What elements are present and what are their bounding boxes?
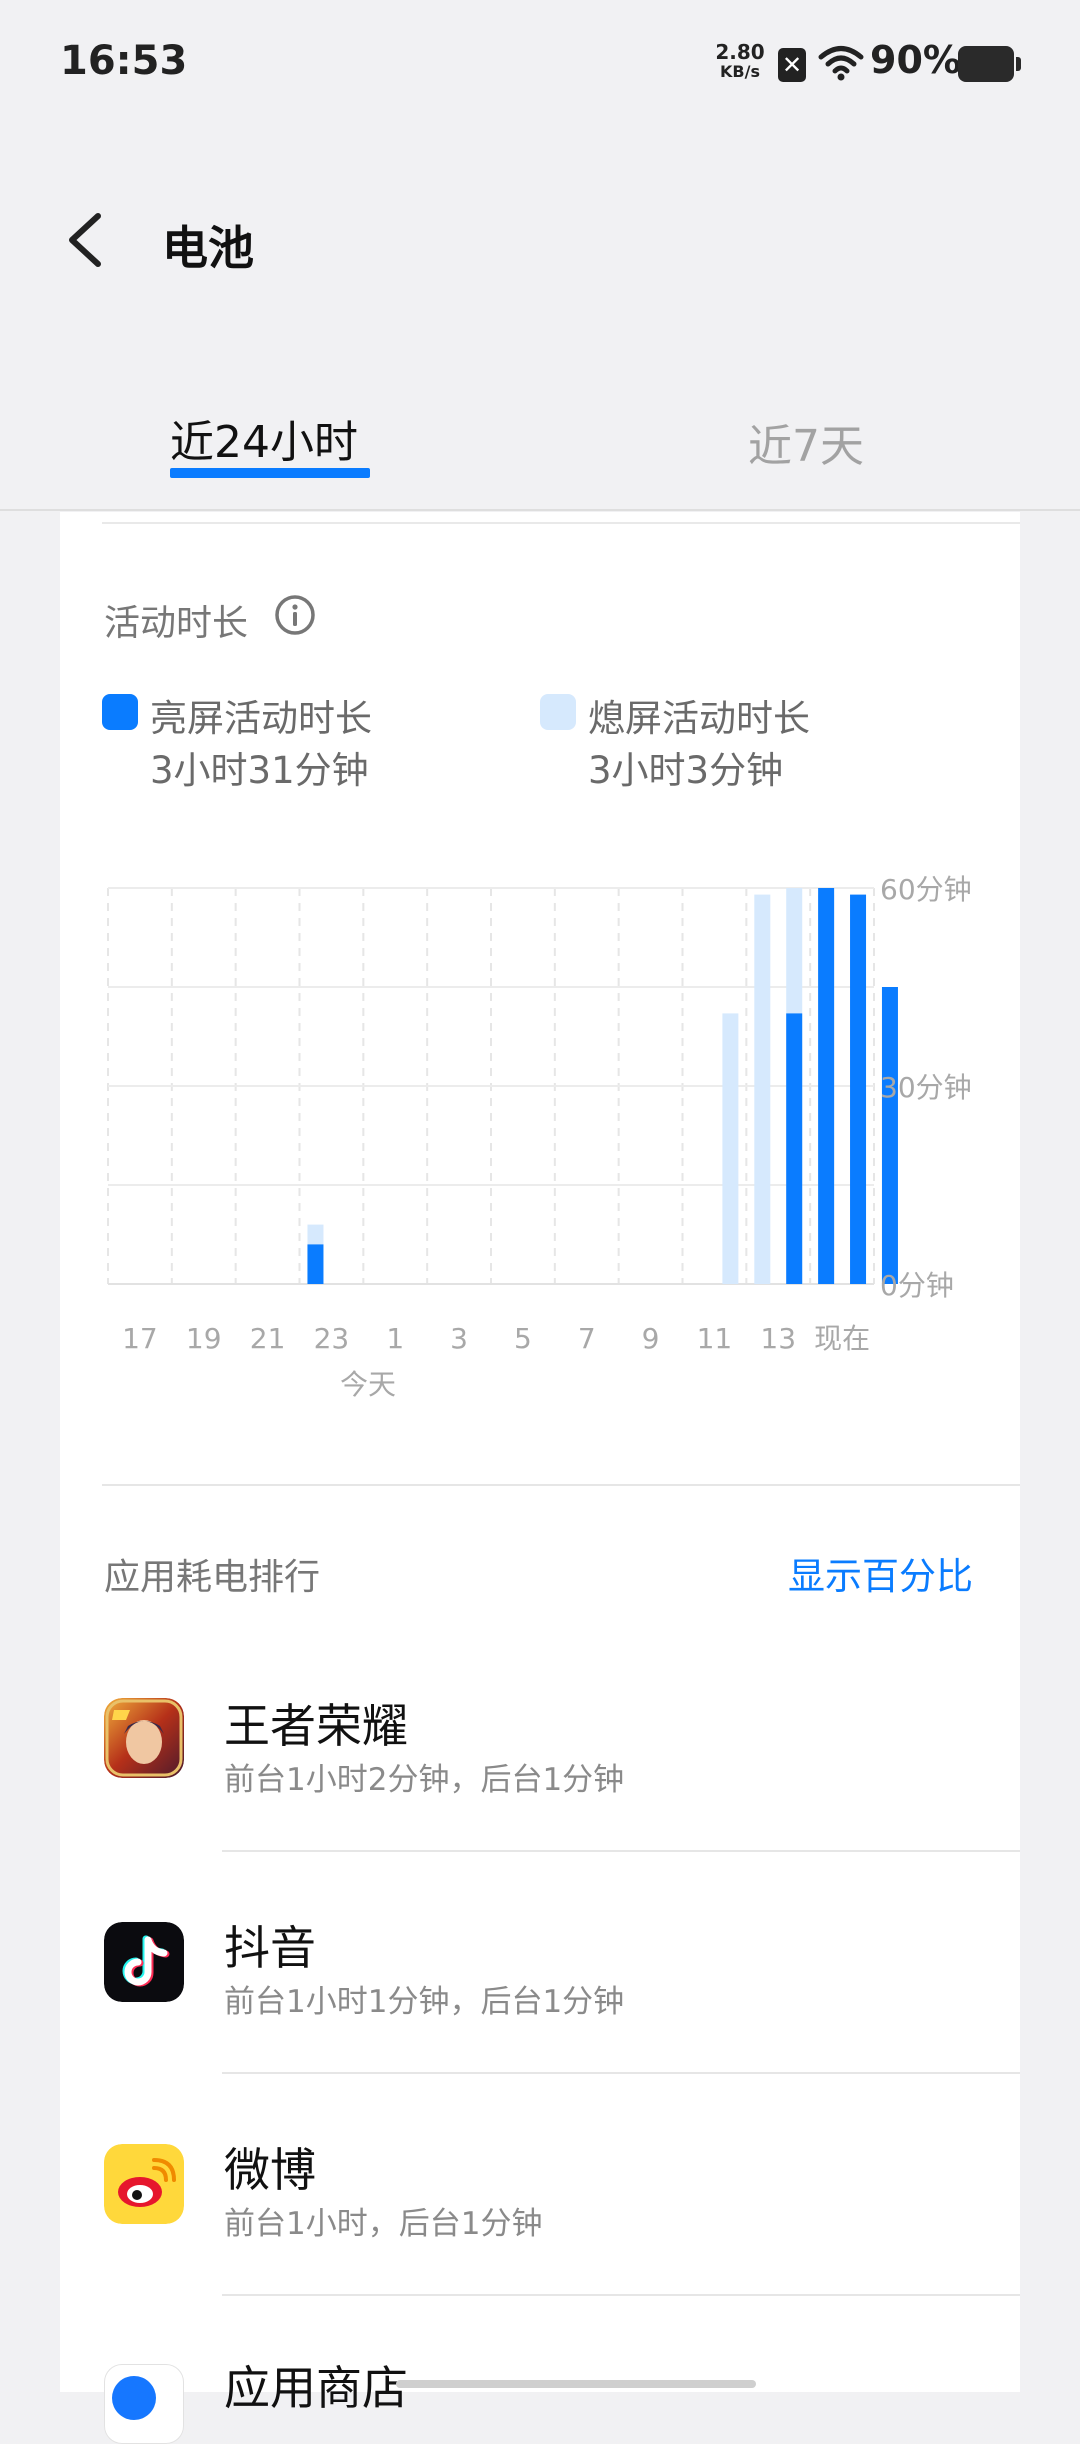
back-arrow-icon[interactable] (60, 210, 110, 270)
ranking-title: 应用耗电排行 (104, 1557, 321, 1598)
app-name: 应用商店 (224, 2361, 408, 2415)
network-speed-value: 2.80 (715, 40, 765, 64)
weibo-icon (104, 2144, 184, 2224)
x-axis-tick-label: 23 (314, 1322, 350, 1355)
no-sim-icon: ✕ (778, 48, 806, 82)
x-axis-tick-label: 19 (186, 1322, 222, 1355)
app-usage-detail: 前台1小时2分钟，后台1分钟 (224, 1762, 625, 1798)
honor-of-kings-icon (104, 1698, 184, 1778)
bar-screen-on (786, 1013, 803, 1284)
row-divider (222, 2072, 1020, 2074)
legend-label-screen-off: 熄屏活动时长 (588, 697, 810, 740)
app-name: 抖音 (224, 1921, 316, 1975)
app-name: 微博 (224, 2143, 316, 2197)
row-divider (222, 2294, 1020, 2296)
x-axis-tick-label: 现在 (814, 1322, 870, 1355)
x-axis-tick-label: 21 (250, 1322, 286, 1355)
bar-screen-on (818, 888, 835, 1284)
activity-title: 活动时长 (104, 603, 249, 644)
wifi-icon (818, 46, 864, 81)
y-axis-tick-label: 30分钟 (880, 1071, 972, 1104)
active-tab-indicator (170, 468, 370, 478)
legend-swatch-screen-off (540, 694, 576, 730)
battery-percent: 90% (870, 38, 961, 82)
douyin-icon (104, 1922, 184, 2002)
x-axis-tick-label: 13 (760, 1322, 796, 1355)
x-axis-tick-label: 3 (450, 1322, 468, 1355)
app-usage-detail: 前台1小时，后台1分钟 (224, 2206, 543, 2242)
card-top-divider (102, 522, 1020, 524)
x-axis-tick-label: 9 (642, 1322, 660, 1355)
section-divider (102, 1484, 1020, 1486)
bar-screen-on (850, 894, 867, 1284)
battery-tip (1016, 57, 1021, 71)
legend-label-screen-on: 亮屏活动时长 (150, 697, 372, 740)
battery-icon (958, 46, 1014, 82)
battery-card (60, 512, 1020, 2392)
x-axis-tick-label: 5 (514, 1322, 532, 1355)
y-axis-tick-label: 0分钟 (880, 1269, 954, 1302)
app-name: 王者荣耀 (224, 1699, 408, 1753)
activity-chart[interactable]: 0分钟30分钟60分钟17 19 21 23 1 3 5 7 9 11 13 现在今天 (0, 840, 1080, 1400)
x-axis-tick-label: 11 (697, 1322, 733, 1355)
page-title: 电池 (162, 221, 254, 275)
network-speed: 2.80 KB/s (714, 42, 766, 82)
legend-value-screen-off: 3小时3分钟 (588, 749, 784, 792)
info-icon[interactable] (274, 594, 316, 636)
home-indicator[interactable] (396, 2380, 756, 2388)
network-speed-unit: KB/s (720, 62, 760, 81)
tabs-divider (0, 509, 1080, 511)
app-store-icon (104, 2364, 184, 2444)
x-axis-day-label: 今天 (340, 1368, 396, 1400)
bar-screen-on (307, 1244, 324, 1284)
x-axis-tick-label: 7 (578, 1322, 596, 1355)
bar-screen-on (881, 987, 898, 1284)
show-percentage-button[interactable]: 显示百分比 (788, 1546, 973, 1600)
tab-24-hours[interactable]: 近24小时 (170, 406, 358, 470)
bar-screen-off (754, 894, 771, 1284)
tab-7-days[interactable]: 近7天 (748, 410, 864, 474)
bar-screen-off (722, 1013, 739, 1284)
app-usage-detail: 前台1小时1分钟，后台1分钟 (224, 1984, 625, 2020)
x-axis-tick-label: 17 (122, 1322, 158, 1355)
y-axis-tick-label: 60分钟 (880, 873, 972, 906)
status-time: 16:53 (60, 38, 188, 84)
x-axis-tick-label: 1 (386, 1322, 404, 1355)
row-divider (222, 1850, 1020, 1852)
legend-value-screen-on: 3小时31分钟 (150, 749, 369, 792)
legend-swatch-screen-on (102, 694, 138, 730)
